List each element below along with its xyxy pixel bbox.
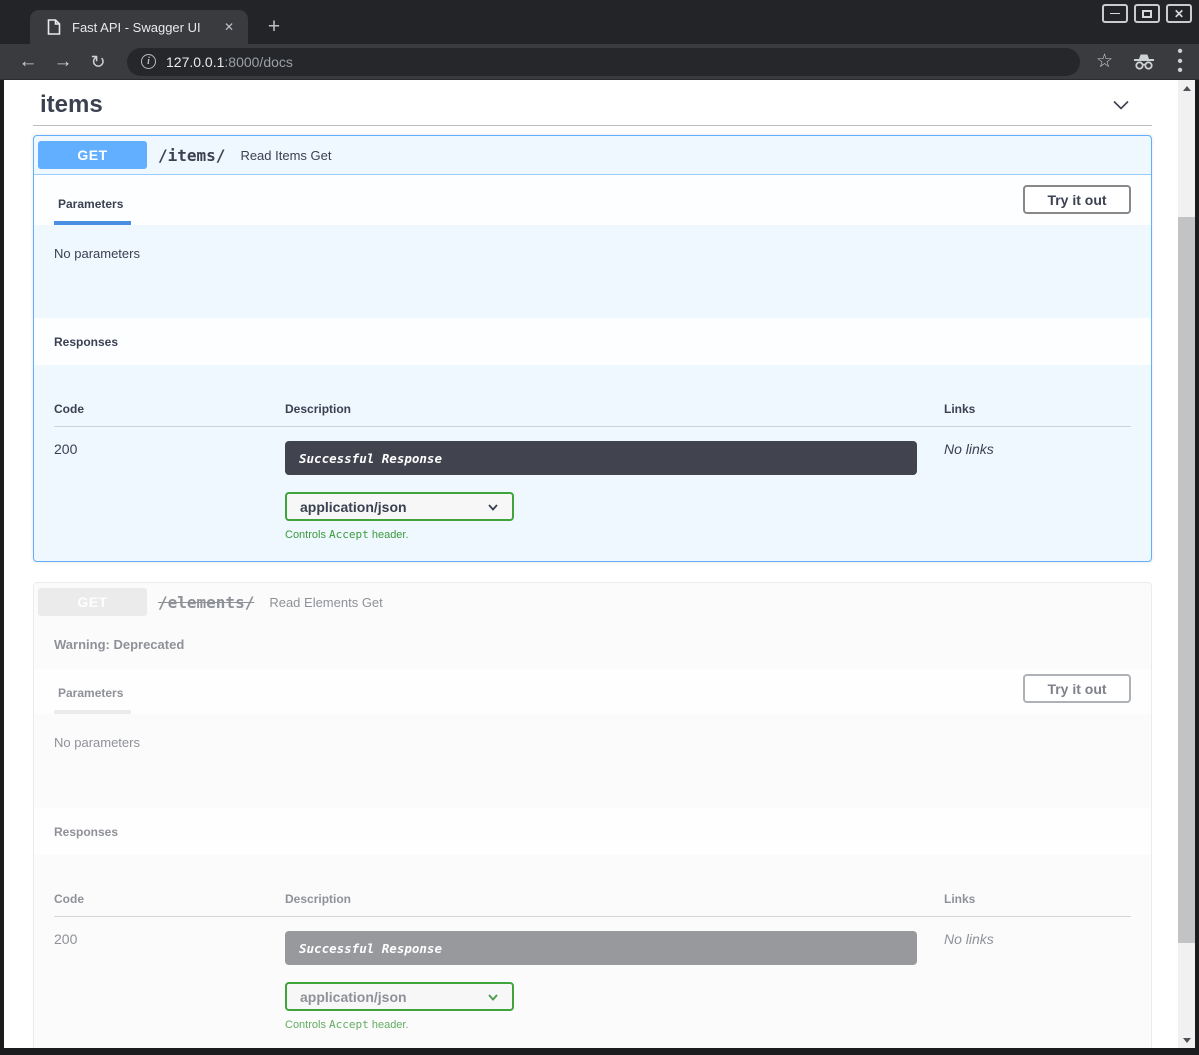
bookmark-star-icon[interactable]: ☆ bbox=[1096, 52, 1113, 71]
opblock-get-elements-deprecated: GET /elements/ Read Elements Get Warning… bbox=[33, 582, 1152, 1048]
responses-table-head: Code Description Links bbox=[54, 385, 1131, 427]
tab-close-icon[interactable]: ✕ bbox=[220, 20, 238, 34]
browser-tab[interactable]: Fast API - Swagger UI ✕ bbox=[30, 10, 248, 44]
page-viewport: items GET /items/ Read Items Get Paramet… bbox=[4, 80, 1195, 1048]
response-description-text: Successful Response bbox=[299, 941, 442, 956]
address-bar[interactable]: i 127.0.0.1:8000/docs bbox=[127, 48, 1080, 76]
scrollbar-up-button[interactable] bbox=[1178, 80, 1195, 96]
parameters-header: Parameters Try it out bbox=[34, 175, 1151, 225]
url-text: 127.0.0.1:8000/docs bbox=[166, 54, 293, 70]
select-chevron-down-icon bbox=[486, 990, 500, 1004]
close-icon: ✕ bbox=[1174, 8, 1184, 20]
try-it-out-button[interactable]: Try it out bbox=[1023, 185, 1131, 214]
browser-titlebar: Fast API - Swagger UI ✕ + — ✕ bbox=[0, 0, 1199, 44]
chevron-down-icon[interactable] bbox=[1110, 94, 1132, 116]
tag-title: items bbox=[40, 88, 103, 122]
no-links-text: No links bbox=[944, 931, 1131, 1031]
scroll-down-icon bbox=[1183, 1038, 1191, 1043]
response-description-cell: Successful Response application/json Con… bbox=[285, 441, 944, 541]
minimize-button[interactable]: — bbox=[1102, 4, 1128, 23]
url-path: :8000/docs bbox=[224, 54, 293, 70]
window-controls: — ✕ bbox=[1102, 4, 1192, 23]
forward-icon[interactable]: → bbox=[51, 52, 75, 71]
media-type-value: application/json bbox=[300, 499, 407, 515]
reload-icon[interactable]: ↻ bbox=[86, 53, 110, 71]
close-button[interactable]: ✕ bbox=[1166, 4, 1192, 23]
responses-header: Responses bbox=[34, 318, 1151, 365]
op-summary-text: Read Elements Get bbox=[269, 595, 382, 610]
tag-section-header[interactable]: items bbox=[33, 80, 1152, 122]
tab-parameters[interactable]: Parameters bbox=[54, 180, 131, 225]
responses-title: Responses bbox=[54, 335, 118, 349]
browser-menu-icon[interactable]: ••• bbox=[1175, 47, 1185, 77]
parameters-body: No parameters bbox=[34, 225, 1151, 318]
col-header-code: Code bbox=[54, 892, 285, 906]
opblock-summary[interactable]: GET /elements/ Read Elements Get bbox=[34, 583, 1151, 621]
parameters-header: Parameters Try it out bbox=[34, 669, 1151, 714]
select-chevron-down-icon bbox=[486, 500, 500, 514]
method-badge: GET bbox=[38, 141, 147, 169]
opblock-get-items: GET /items/ Read Items Get Parameters Tr… bbox=[33, 135, 1152, 562]
page-scrollbar[interactable] bbox=[1178, 80, 1195, 1048]
response-description-cell: Successful Response application/json Con… bbox=[285, 931, 944, 1031]
col-header-description: Description bbox=[285, 892, 944, 906]
back-icon[interactable]: ← bbox=[16, 52, 40, 71]
toolbar-actions: ☆ ••• bbox=[1096, 47, 1185, 77]
no-links-text: No links bbox=[944, 441, 1131, 541]
maximize-button[interactable] bbox=[1134, 4, 1160, 23]
media-type-select[interactable]: application/json bbox=[285, 492, 514, 521]
responses-table: Code Description Links 200 Successful Re… bbox=[54, 385, 1131, 541]
accept-header-hint: Controls Accept header. bbox=[285, 1018, 944, 1031]
col-header-links: Links bbox=[944, 892, 1131, 906]
parameters-body: No parameters bbox=[34, 714, 1151, 808]
minimize-icon: — bbox=[1110, 9, 1120, 19]
deprecated-warning: Warning: Deprecated bbox=[34, 621, 1151, 669]
response-description-text: Successful Response bbox=[299, 451, 442, 466]
scrollbar-down-button[interactable] bbox=[1178, 1032, 1195, 1048]
col-header-links: Links bbox=[944, 402, 1131, 416]
opblock-summary[interactable]: GET /items/ Read Items Get bbox=[34, 136, 1151, 175]
no-parameters-text: No parameters bbox=[54, 735, 140, 750]
response-description-box: Successful Response bbox=[285, 931, 917, 965]
tab-parameters[interactable]: Parameters bbox=[54, 673, 131, 714]
no-parameters-text: No parameters bbox=[54, 246, 140, 261]
responses-header: Responses bbox=[34, 808, 1151, 855]
response-row: 200 Successful Response application/json bbox=[54, 427, 1131, 541]
op-path: /items/ bbox=[158, 146, 225, 165]
media-type-select[interactable]: application/json bbox=[285, 982, 514, 1011]
col-header-code: Code bbox=[54, 402, 285, 416]
maximize-icon bbox=[1142, 10, 1152, 18]
response-code: 200 bbox=[54, 441, 285, 541]
url-host: 127.0.0.1 bbox=[166, 54, 224, 70]
try-it-out-button[interactable]: Try it out bbox=[1023, 674, 1131, 703]
col-header-description: Description bbox=[285, 402, 944, 416]
method-badge: GET bbox=[38, 588, 147, 616]
response-code: 200 bbox=[54, 931, 285, 1031]
responses-table-head: Code Description Links bbox=[54, 875, 1131, 917]
response-row: 200 Successful Response application/json bbox=[54, 917, 1131, 1031]
responses-body: Code Description Links 200 Successful Re… bbox=[34, 365, 1151, 561]
scroll-up-icon bbox=[1183, 86, 1191, 91]
responses-title: Responses bbox=[54, 825, 118, 839]
responses-body: Code Description Links 200 Successful Re… bbox=[34, 855, 1151, 1048]
site-info-icon[interactable]: i bbox=[141, 54, 156, 69]
response-description-box: Successful Response bbox=[285, 441, 917, 475]
tab-title: Fast API - Swagger UI bbox=[72, 20, 220, 35]
new-tab-button[interactable]: + bbox=[260, 13, 288, 41]
tag-divider bbox=[33, 125, 1152, 126]
op-summary-text: Read Items Get bbox=[240, 148, 331, 163]
op-path: /elements/ bbox=[158, 593, 254, 612]
accept-header-hint: Controls Accept header. bbox=[285, 528, 944, 541]
favicon-page-icon bbox=[47, 19, 61, 35]
responses-table: Code Description Links 200 Successful Re… bbox=[54, 875, 1131, 1031]
media-type-value: application/json bbox=[300, 989, 407, 1005]
scrollbar-thumb[interactable] bbox=[1178, 217, 1195, 943]
browser-toolbar: ← → ↻ i 127.0.0.1:8000/docs ☆ ••• bbox=[0, 44, 1199, 80]
incognito-icon[interactable] bbox=[1132, 53, 1156, 71]
